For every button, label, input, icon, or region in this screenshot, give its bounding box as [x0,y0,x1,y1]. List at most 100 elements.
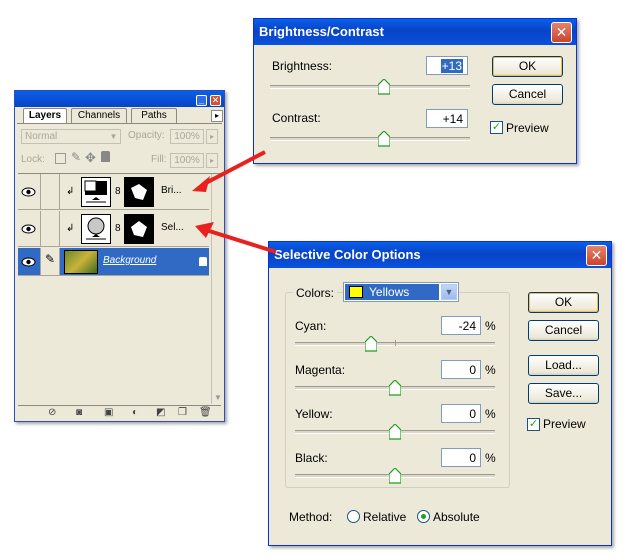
eye-icon[interactable] [20,184,37,200]
layer-link-box[interactable] [40,174,60,209]
close-button[interactable]: ✕ [551,22,572,43]
brightness-mask-thumbnail [124,177,154,207]
scroll-down-icon[interactable]: ▼ [214,393,222,402]
selective-color-mask-thumbnail [124,214,154,244]
close-icon: ✕ [211,95,220,105]
close-button[interactable]: ✕ [586,245,607,266]
layers-scrollbar[interactable]: ▼ [211,174,223,404]
minimize-button[interactable]: _ [196,95,207,106]
layer-mask-icon[interactable]: ▣ [104,407,113,418]
fill-label: Fill: [151,154,167,165]
chain-link-icon[interactable]: 8 [115,223,121,234]
panel-menu-icon: ▸ [214,111,219,120]
contrast-label: Contrast: [272,111,321,125]
tab-paths[interactable]: Paths [131,108,177,123]
slider-track-1[interactable] [295,380,495,396]
ok-button[interactable]: OK [492,56,563,77]
blend-mode-select[interactable]: Normal ▼ [21,129,121,144]
ok-button[interactable]: OK [528,292,599,313]
cancel-button[interactable]: Cancel [492,84,563,105]
clip-arrow-icon: ↲ [66,223,75,234]
new-group-icon[interactable]: ◐ [132,407,138,418]
link-layers-icon[interactable]: ⊘ [48,407,56,418]
layer-row-selective-color[interactable]: ↲ 8 Sel... [18,211,209,247]
new-layer-icon[interactable]: ❐ [178,407,187,418]
layers-panel-titlebar[interactable] [15,91,224,107]
layer-row-background[interactable]: ✎ Background [18,248,209,276]
tab-channels[interactable]: Channels [71,108,127,123]
brightness-label: Brightness: [272,59,333,73]
brightness-value: +13 [440,59,463,73]
brightness-contrast-dialog: Brightness/Contrast ✕ Brightness: +13 Co… [253,18,577,164]
eye-icon[interactable] [20,254,37,270]
lock-transparency-icon[interactable] [55,153,66,164]
ok-label: OK [518,59,537,73]
chevron-down-icon: ▼ [109,132,118,141]
fill-arrow-button[interactable]: ▸ [206,153,218,168]
fill-value: 100% [174,155,200,166]
cancel-label: Cancel [544,323,583,337]
tab-layers-label: Layers [28,110,62,121]
radio-relative[interactable] [347,510,360,523]
slider-center-tick-0 [395,340,396,346]
slider-value-input-3[interactable]: 0 [441,448,481,467]
load-button[interactable]: Load... [528,355,599,376]
cancel-button[interactable]: Cancel [528,320,599,341]
colors-value: Yellows [369,285,410,299]
color-swatch [349,286,363,298]
brightness-contrast-titlebar[interactable]: Brightness/Contrast [254,19,576,45]
brightness-input[interactable]: +13 [426,56,468,75]
preview-checkbox[interactable]: ✓ [490,121,503,134]
colors-selected-option: Yellows [345,284,439,300]
tab-layers[interactable]: Layers [23,108,67,123]
chain-link-icon[interactable]: 8 [115,186,121,197]
layer-link-box[interactable]: ✎ [40,248,60,275]
slider-label-3: Black: [295,451,328,465]
panel-menu-button[interactable]: ▸ [211,110,223,122]
lock-all-icon[interactable] [101,151,110,162]
save-button[interactable]: Save... [528,383,599,404]
radio-absolute[interactable] [417,510,430,523]
slider-value-input-2[interactable]: 0 [441,404,481,423]
contrast-input[interactable]: +14 [426,109,468,128]
selective-color-titlebar[interactable]: Selective Color Options [269,242,611,268]
preview-label: Preview [506,121,549,135]
percent-unit-0: % [485,319,496,333]
slider-track-0[interactable] [295,336,495,352]
relative-label: Relative [363,510,407,524]
eye-icon[interactable] [20,221,37,237]
brightness-slider-track[interactable] [270,79,470,95]
checkmark-icon: ✓ [528,418,539,430]
opacity-arrow-button[interactable]: ▸ [206,129,218,144]
layer-link-box[interactable] [40,211,60,246]
contrast-slider-track[interactable] [270,131,470,147]
preview-label: Preview [543,417,586,431]
selective-color-thumbnail [81,214,111,244]
chevron-down-icon[interactable]: ▼ [441,284,457,300]
layer-style-icon[interactable]: ◙ [76,407,82,418]
slider-value-input-0[interactable]: -24 [441,316,481,335]
chevron-right-icon: ▸ [209,156,214,165]
percent-unit-2: % [485,407,496,421]
slider-value-input-1[interactable]: 0 [441,360,481,379]
selective-color-dialog: Selective Color Options ✕ Colors: Yellow… [268,241,612,546]
new-adjustment-layer-icon[interactable]: ◩ [156,407,165,418]
lock-pixels-icon[interactable]: ✎ [71,150,81,164]
brightness-contrast-title: Brightness/Contrast [259,24,384,39]
preview-checkbox[interactable]: ✓ [527,418,540,431]
trash-icon[interactable]: 🗑 [199,407,212,418]
layer-row-brightness[interactable]: ↲ 8 Bri... [18,174,209,210]
opacity-input[interactable]: 100% [170,129,204,144]
close-icon: ✕ [590,247,603,263]
layer-name: Background [103,255,157,266]
panel-close-button[interactable]: ✕ [210,95,221,106]
colors-select[interactable]: Yellows ▼ [343,282,459,302]
ok-label: OK [554,295,573,309]
slider-track-2[interactable] [295,424,495,440]
slider-track-3[interactable] [295,468,495,484]
lock-position-icon[interactable]: ✥ [85,150,96,166]
layers-footer: ⊘ ◙ ▣ ◐ ◩ ❐ 🗑 [18,405,221,419]
absolute-label: Absolute [433,510,480,524]
fill-input[interactable]: 100% [170,153,204,168]
tab-paths-label: Paths [141,110,167,121]
